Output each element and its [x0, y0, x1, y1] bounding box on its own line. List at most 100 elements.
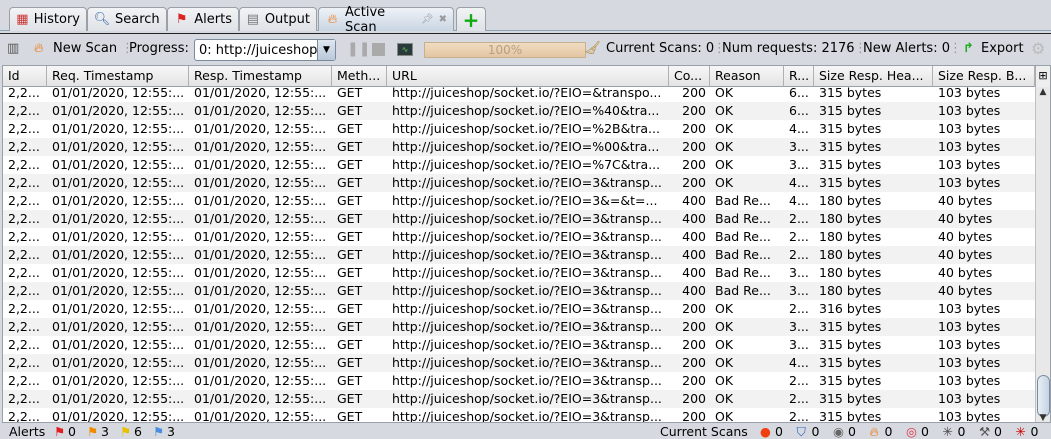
table-cell: 316 bytes	[819, 301, 882, 316]
table-cell: 01/01/2020, 12:55:...	[52, 265, 185, 280]
tab-active-scan[interactable]: 🔥︎ Active Scan 📌︎ ✖	[318, 5, 454, 35]
table-cell: 315 bytes	[819, 337, 882, 352]
gear-icon[interactable]: ⚙	[1031, 39, 1045, 58]
table-cell: 2,2...	[8, 175, 40, 190]
table-row[interactable]: 2,2... 01/01/2020, 12:55:... 01/01/2020, 1…	[3, 318, 1037, 336]
add-tab-button[interactable]: +	[456, 7, 486, 32]
table-row[interactable]: 2,2... 01/01/2020, 12:55:... 01/01/2020, 1…	[3, 210, 1037, 228]
flag-icon: ⚑	[175, 12, 188, 27]
tab-history[interactable]: ▦ History	[9, 7, 87, 31]
table-cell: http://juiceshop/socket.io/?EIO=3&transp…	[392, 319, 662, 334]
table-cell: 400	[682, 283, 706, 298]
table-cell: http://juiceshop/socket.io/?EIO=3&transp…	[392, 373, 662, 388]
table-row[interactable]: 2,2... 01/01/2020, 12:55:... 01/01/2020, 1…	[3, 372, 1037, 390]
table-cell: 315 bytes	[819, 157, 882, 172]
scan-progress-bar: 100%	[424, 42, 586, 58]
export-button[interactable]: Export	[981, 41, 1024, 56]
table-row[interactable]: 2,2... 01/01/2020, 12:55:... 01/01/2020, 1…	[3, 120, 1037, 138]
table-cell: 103 bytes	[938, 139, 1001, 154]
table-cell: 315 bytes	[819, 121, 882, 136]
table-row[interactable]: 2,2... 01/01/2020, 12:55:... 01/01/2020, 1…	[3, 102, 1037, 120]
pause-icon[interactable]: ❚❚	[347, 41, 370, 57]
tab-search[interactable]: 🔍︎ Search	[87, 7, 167, 31]
table-cell: 01/01/2020, 12:55:...	[52, 373, 185, 388]
table-cell: 01/01/2020, 12:55:...	[52, 283, 185, 298]
scroll-down-icon[interactable]: ▼	[1036, 413, 1050, 422]
table-row[interactable]: 2,2... 01/01/2020, 12:55:... 01/01/2020, 1…	[3, 138, 1037, 156]
table-row[interactable]: 2,2... 01/01/2020, 12:55:... 01/01/2020, 1…	[3, 390, 1037, 408]
table-row[interactable]: 2,2... 01/01/2020, 12:55:... 01/01/2020, 1…	[3, 84, 1037, 102]
column-control-button[interactable]: ⊞	[1035, 66, 1050, 87]
table-cell: 103 bytes	[938, 409, 1001, 423]
table-cell: GET	[337, 283, 363, 298]
table-cell: 200	[682, 175, 706, 190]
progress-select[interactable]: 0: http://juiceshop ▼	[194, 39, 336, 61]
table-cell: 40 bytes	[938, 211, 993, 226]
table-cell: 4...	[789, 121, 809, 136]
alert-flag-icon: ⚑	[153, 424, 165, 439]
table-cell: 01/01/2020, 12:55:...	[194, 337, 327, 352]
table-row[interactable]: 2,2... 01/01/2020, 12:55:... 01/01/2020, 1…	[3, 282, 1037, 300]
tab-alerts[interactable]: ⚑ Alerts	[167, 7, 239, 31]
scan-count: 0	[811, 424, 820, 439]
tab-bar: ▦ History 🔍︎ Search ⚑ Alerts ▤ Output 🔥︎ Acti…	[0, 0, 1051, 35]
table-cell: Bad Re...	[715, 265, 771, 280]
pin-icon[interactable]: 📌︎	[421, 14, 434, 25]
table-cell: 01/01/2020, 12:55:...	[52, 139, 185, 154]
table-cell: 200	[682, 103, 706, 118]
table-cell: 2,2...	[8, 301, 40, 316]
table-row[interactable]: 2,2... 01/01/2020, 12:55:... 01/01/2020, 1…	[3, 156, 1037, 174]
monitor-icon[interactable]: ∿	[397, 43, 413, 56]
table-cell: 2,2...	[8, 319, 40, 334]
table-cell: 103 bytes	[938, 373, 1001, 388]
table-cell: 01/01/2020, 12:55:...	[52, 247, 185, 262]
table-cell: OK	[715, 319, 734, 334]
table-cell: 2...	[789, 301, 809, 316]
table-cell: http://juiceshop/socket.io/?EIO=&transpo…	[392, 85, 662, 100]
table-cell: GET	[337, 211, 363, 226]
table-row[interactable]: 2,2... 01/01/2020, 12:55:... 01/01/2020, 1…	[3, 408, 1037, 423]
table-cell: 2...	[789, 391, 809, 406]
table-cell: OK	[715, 355, 734, 370]
new-scan-button[interactable]: New Scan	[53, 41, 117, 56]
table-row[interactable]: 2,2... 01/01/2020, 12:55:... 01/01/2020, 1…	[3, 246, 1037, 264]
table-row[interactable]: 2,2... 01/01/2020, 12:55:... 01/01/2020, 1…	[3, 336, 1037, 354]
table-cell: 200	[682, 301, 706, 316]
table-cell: GET	[337, 103, 363, 118]
table-cell: 2...	[789, 247, 809, 262]
requests-table: Id Req. Timestamp Resp. Timestamp Meth... UR…	[2, 65, 1051, 423]
table-cell: http://juiceshop/socket.io/?EIO=3&transp…	[392, 337, 662, 352]
table-cell: 01/01/2020, 12:55:...	[52, 409, 185, 423]
scan-count: 0	[775, 424, 783, 439]
table-row[interactable]: 2,2... 01/01/2020, 12:55:... 01/01/2020, 1…	[3, 228, 1037, 246]
table-row[interactable]: 2,2... 01/01/2020, 12:55:... 01/01/2020, 1…	[3, 174, 1037, 192]
table-cell: GET	[337, 409, 363, 423]
export-arrow-icon: ↱	[963, 41, 974, 56]
table-cell: 01/01/2020, 12:55:...	[52, 337, 185, 352]
table-cell: Bad Re...	[715, 193, 771, 208]
scan-toolbar: ▥ 🔥︎ New Scan ⋮ Progress: 0: http://juic…	[0, 33, 1051, 63]
table-cell: 2,2...	[8, 391, 40, 406]
table-row[interactable]: 2,2... 01/01/2020, 12:55:... 01/01/2020, 1…	[3, 300, 1037, 318]
ajax-spider-alt-icon: ✳	[1015, 424, 1026, 439]
new-alerts-count: New Alerts: 0	[863, 41, 950, 56]
options-icon[interactable]: ▥	[7, 41, 19, 56]
chevron-down-icon[interactable]: ▼	[317, 40, 335, 60]
tab-output[interactable]: ▤ Output	[239, 7, 317, 31]
scrollbar-thumb[interactable]	[1037, 375, 1050, 417]
table-cell: 315 bytes	[819, 175, 882, 190]
table-row[interactable]: 2,2... 01/01/2020, 12:55:... 01/01/2020, 1…	[3, 354, 1037, 372]
stop-icon[interactable]	[372, 43, 385, 56]
table-cell: 2,2...	[8, 229, 40, 244]
status-bar: Alerts ⚑ 0 ⚑ 3 ⚑ 6 ⚑ 3 Current Scans ● 0 ⛉ 0 ◉ 0 🔥︎ 0 ◎…	[0, 424, 1051, 439]
table-cell: OK	[715, 337, 734, 352]
close-icon[interactable]: ✖	[439, 14, 447, 25]
broom-icon[interactable]: 🧹︎	[584, 41, 601, 56]
scroll-up-icon[interactable]: ▲	[1036, 87, 1050, 97]
table-cell: OK	[715, 409, 734, 423]
table-cell: 01/01/2020, 12:55:...	[194, 157, 327, 172]
table-row[interactable]: 2,2... 01/01/2020, 12:55:... 01/01/2020, 1…	[3, 264, 1037, 282]
table-row[interactable]: 2,2... 01/01/2020, 12:55:... 01/01/2020, 1…	[3, 192, 1037, 210]
table-cell: 01/01/2020, 12:55:...	[194, 193, 327, 208]
vertical-scrollbar[interactable]: ▲ ▼	[1035, 87, 1050, 422]
